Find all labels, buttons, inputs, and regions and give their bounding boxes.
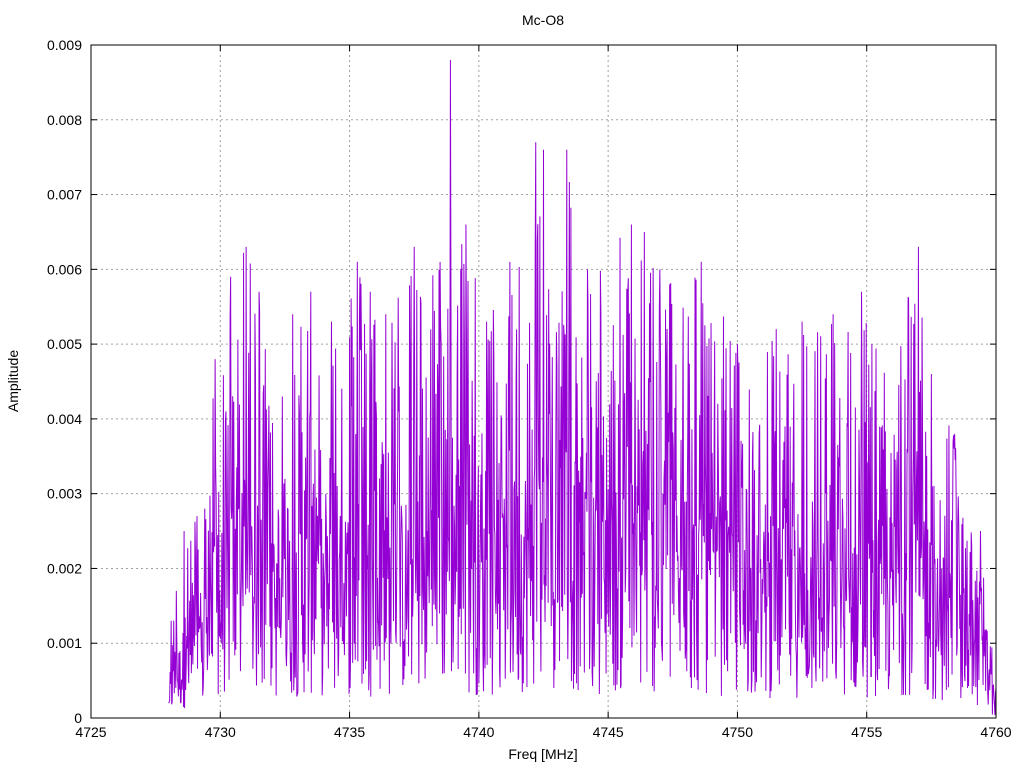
x-axis-label: Freq [MHz] xyxy=(508,746,577,762)
spectrum-series-line xyxy=(168,59,997,716)
y-tick-label: 0.002 xyxy=(47,560,82,576)
x-tick-label: 4730 xyxy=(205,724,236,740)
x-tick-label: 4750 xyxy=(722,724,753,740)
chart-container: Mc-O8 Freq [MHz] Amplitude 4725 4730 4735 4… xyxy=(0,0,1024,768)
x-tick-label: 4735 xyxy=(334,724,365,740)
x-tick-label: 4740 xyxy=(463,724,494,740)
x-tick-label: 4725 xyxy=(75,724,106,740)
y-tick-label: 0.008 xyxy=(47,112,82,128)
y-tick-label: 0 xyxy=(74,710,82,726)
y-tick-label: 0.004 xyxy=(47,411,82,427)
y-tick-label: 0.001 xyxy=(47,635,82,651)
y-tick-label: 0.005 xyxy=(47,336,82,352)
y-tick-label: 0.003 xyxy=(47,486,82,502)
x-tick-label: 4760 xyxy=(980,724,1011,740)
x-tick-label: 4745 xyxy=(593,724,624,740)
amplitude-spectrum-chart: Mc-O8 Freq [MHz] Amplitude 4725 4730 4735 4… xyxy=(5,12,1012,762)
y-tick-label: 0.009 xyxy=(47,37,82,53)
x-tick-label: 4755 xyxy=(851,724,882,740)
y-tick-label: 0.007 xyxy=(47,187,82,203)
y-tick-label: 0.006 xyxy=(47,261,82,277)
y-axis-label: Amplitude xyxy=(5,350,21,412)
series-layer xyxy=(168,59,997,716)
chart-title: Mc-O8 xyxy=(522,12,564,28)
